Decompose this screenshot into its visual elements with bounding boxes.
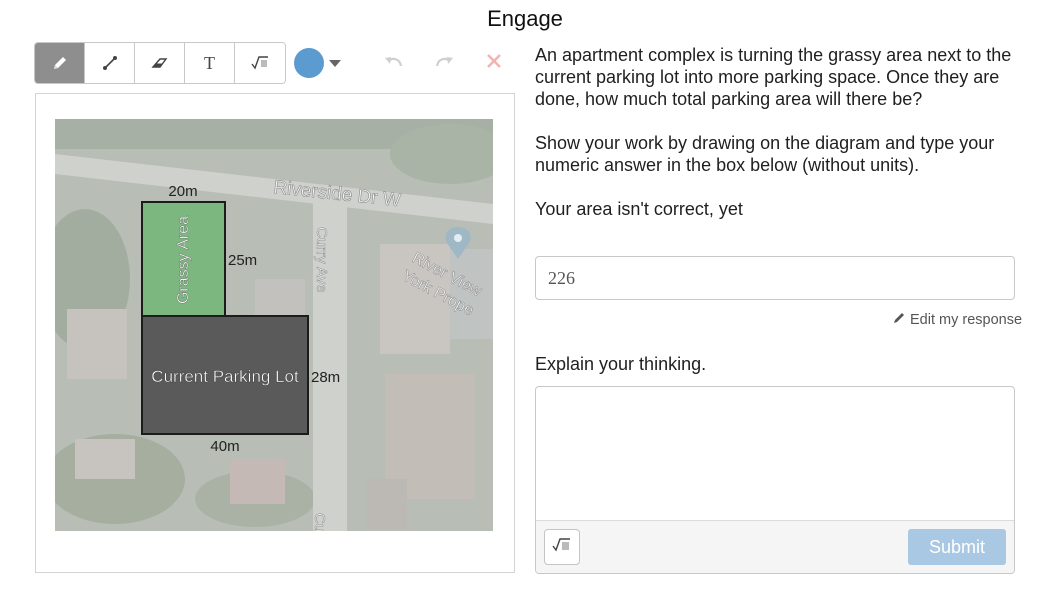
eraser-icon [150, 55, 170, 71]
clear-button[interactable] [477, 43, 511, 83]
question-prompt: An apartment complex is turning the gras… [535, 44, 1017, 176]
numeric-answer-input[interactable]: 226 [535, 256, 1015, 300]
submit-button[interactable]: Submit [908, 529, 1006, 565]
grassy-height-label: 25m [228, 252, 257, 269]
line-tool-button[interactable] [85, 43, 135, 83]
math-icon [551, 537, 573, 558]
page-title: Engage [487, 6, 563, 31]
color-picker[interactable] [294, 48, 341, 78]
explain-label: Explain your thinking. [535, 354, 707, 374]
parking-lot-label: Current Parking Lot [151, 367, 299, 386]
line-icon [101, 54, 119, 72]
text-icon: T [204, 52, 215, 73]
eraser-tool-button[interactable] [135, 43, 185, 83]
parking-width-label: 40m [210, 438, 239, 455]
text-tool-button[interactable]: T [185, 43, 235, 83]
grassy-area-label: Grassy Area [175, 216, 192, 304]
parking-height-label: 28m [311, 369, 340, 386]
instructions-text: Show your work by drawing on the diagram… [535, 133, 995, 175]
edit-response-link[interactable]: Edit my response [892, 311, 1022, 329]
undo-button[interactable] [377, 43, 411, 83]
lower-street-label: Cu [311, 513, 328, 531]
explain-textarea[interactable] [536, 387, 1014, 521]
explain-box: Submit [535, 386, 1015, 574]
close-icon [485, 52, 503, 75]
question-text: An apartment complex is turning the gras… [535, 45, 1012, 109]
redo-button[interactable] [427, 43, 461, 83]
feedback-text: Your area isn't correct, yet [535, 199, 743, 219]
tool-group: T [34, 42, 286, 84]
math-tool-button[interactable] [235, 43, 285, 83]
color-swatch[interactable] [294, 48, 324, 78]
sketch-toolbar: T [34, 42, 511, 84]
explain-footer: Submit [536, 520, 1014, 573]
pencil-tool-button[interactable] [35, 43, 85, 83]
pencil-icon [892, 311, 910, 329]
grassy-width-label: 20m [168, 183, 197, 200]
redo-icon [433, 53, 455, 74]
drawing-canvas[interactable]: Riverside Dr W Curry Ave River View York… [35, 93, 515, 573]
undo-icon [383, 53, 405, 74]
pencil-icon [51, 54, 69, 72]
chevron-down-icon [329, 59, 341, 67]
question-panel: An apartment complex is turning the gras… [535, 44, 1017, 220]
math-input-button[interactable] [544, 529, 580, 565]
math-icon [250, 55, 270, 71]
aerial-map: Riverside Dr W Curry Ave River View York… [55, 119, 493, 531]
edit-response-label: Edit my response [910, 312, 1023, 328]
side-street-label: Curry Ave [313, 227, 330, 293]
